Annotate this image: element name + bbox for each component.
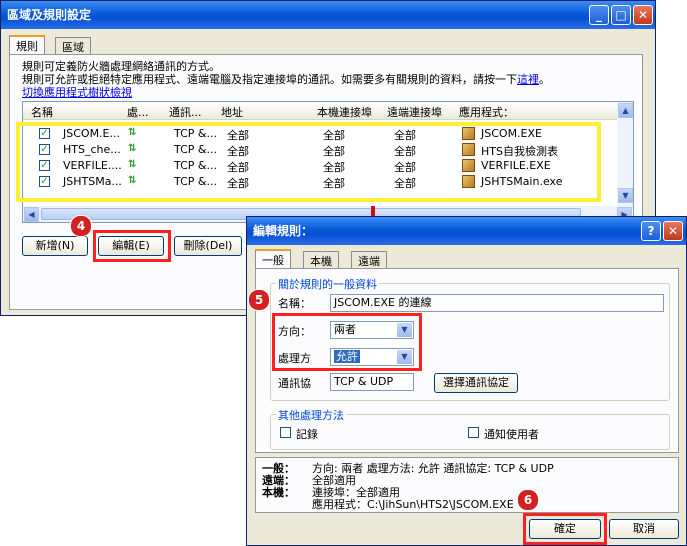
dialog-titlebar: 編輯規則： [247, 217, 686, 245]
description-end: 。 [539, 73, 550, 86]
col-protocol[interactable]: 通訊... [169, 104, 202, 120]
close-button[interactable]: ✕ [633, 5, 653, 25]
tab-general-label: 一般 [262, 254, 284, 267]
tab-local[interactable]: 本機 [303, 251, 339, 269]
protocol-field: TCP & UDP [330, 373, 414, 391]
list-header: 名稱 處... 通訊... 地址 本機連接埠 遠端連接埠 應用程式： [23, 102, 617, 120]
tab-rules-label: 規則 [16, 40, 38, 53]
main-titlebar: 區域及規則設定 [1, 1, 655, 29]
general-panel: 關於規則的一般資料 名稱： JSCOM.EXE 的連線 方向： 兩者 ▼ 處理方… [248, 268, 679, 453]
protocol-label: 通訊協 [278, 377, 311, 390]
edit-button-highlight [93, 230, 171, 262]
cancel-button[interactable]: 取消 [609, 519, 679, 539]
summary-local-app: 應用程式：C:\JihSun\HTS2\JSCOM.EXE [312, 498, 514, 511]
dialog-close-button[interactable]: ✕ [663, 221, 683, 241]
ok-button-highlight [523, 513, 607, 545]
col-name[interactable]: 名稱 [31, 104, 53, 120]
step-4-badge: 4 [70, 215, 92, 237]
edit-rule-dialog: 編輯規則： ? ✕ 一般 本機 遠端 關於規則的一般資料 名稱： JSCOM.E… [246, 216, 687, 546]
tab-remote-label: 遠端 [358, 255, 380, 268]
name-label: 名稱： [278, 297, 311, 310]
dialog-title: 編輯規則： [253, 224, 314, 238]
help-link[interactable]: 這裡 [517, 73, 539, 86]
maximize-button[interactable]: □ [611, 5, 631, 25]
direction-action-highlight [272, 313, 422, 371]
tab-remote[interactable]: 遠端 [351, 251, 387, 269]
scroll-left-button[interactable]: ◀ [24, 207, 39, 222]
summary-local-label: 本機： [262, 486, 295, 499]
add-button[interactable]: 新增(N) [22, 236, 88, 256]
log-label: 記錄 [296, 428, 318, 441]
col-action[interactable]: 處... [127, 104, 149, 120]
name-field[interactable]: JSCOM.EXE 的連線 [330, 294, 664, 312]
toggle-tree-view-link[interactable]: 切換應用程式樹狀檢視 [22, 84, 132, 100]
main-window-title: 區域及規則設定 [7, 8, 92, 22]
tab-zones[interactable]: 區域 [55, 37, 91, 55]
tab-rules[interactable]: 規則 [9, 35, 45, 55]
log-checkbox[interactable] [280, 427, 291, 438]
scroll-up-button[interactable]: ▲ [618, 103, 633, 118]
other-actions-title: 其他處理方法 [276, 407, 346, 423]
help-button[interactable]: ? [641, 221, 661, 241]
general-group-title: 關於規則的一般資料 [276, 276, 379, 292]
col-local-port[interactable]: 本機連接埠 [317, 104, 372, 120]
rule-summary: 一般： 方向: 兩者 處理方法: 允許 通訊協定: TCP & UDP 遠端： … [255, 457, 679, 513]
minimize-button[interactable]: _ [589, 5, 609, 25]
notify-checkbox[interactable] [468, 427, 479, 438]
col-remote-port[interactable]: 遠端連接埠 [387, 104, 442, 120]
tab-zones-label: 區域 [62, 41, 84, 54]
delete-button[interactable]: 刪除(Del) [174, 236, 242, 256]
notify-label: 通知使用者 [484, 428, 539, 441]
scroll-down-button[interactable]: ▼ [618, 188, 633, 203]
tab-local-label: 本機 [310, 255, 332, 268]
tab-general[interactable]: 一般 [255, 249, 291, 269]
col-application[interactable]: 應用程式： [459, 104, 514, 120]
col-address[interactable]: 地址 [221, 104, 243, 120]
rows-highlight-box [16, 122, 601, 202]
step-5-badge: 5 [248, 289, 270, 311]
select-protocol-button[interactable]: 選擇通訊協定 [434, 373, 518, 393]
step-6-badge: 6 [517, 489, 539, 511]
